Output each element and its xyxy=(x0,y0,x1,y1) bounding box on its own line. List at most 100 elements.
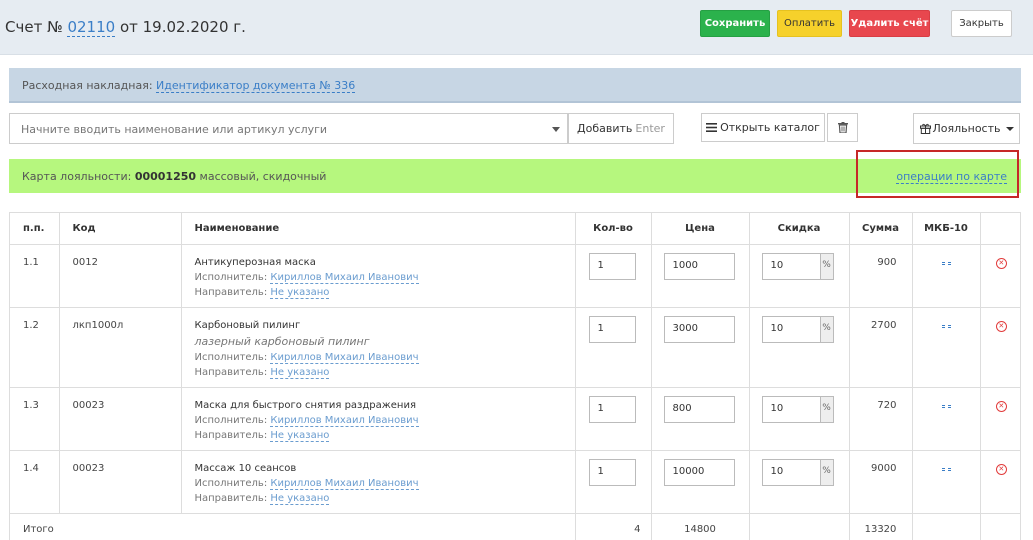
add-service-button[interactable]: Добавить Enter xyxy=(568,113,674,144)
performer-link[interactable]: Кириллов Михаил Иванович xyxy=(270,414,419,427)
catalog-label: Открыть каталог xyxy=(720,121,820,134)
pay-button[interactable]: Оплатить xyxy=(777,10,842,37)
discount-input[interactable]: 10 xyxy=(761,315,820,343)
mkb-edit-icon[interactable] xyxy=(941,404,951,408)
qty-input[interactable]: 1 xyxy=(588,252,636,280)
remove-circle-icon[interactable]: ✕ xyxy=(995,320,1007,332)
remove-circle-icon[interactable]: ✕ xyxy=(995,257,1007,269)
header-bar: Счет № 02110 от 19.02.2020 г. Сохранить … xyxy=(0,0,1033,55)
performer-label: Исполнитель: xyxy=(194,477,268,489)
row-sum: 9000 xyxy=(849,450,913,514)
row-sum: 900 xyxy=(849,244,913,308)
column-header-price: Цена xyxy=(651,213,750,245)
column-header-discount: Скидка xyxy=(749,213,850,245)
row-code: лкп1000л xyxy=(59,307,182,388)
performer-link[interactable]: Кириллов Михаил Иванович xyxy=(270,351,419,364)
performer-link[interactable]: Кириллов Михаил Иванович xyxy=(270,271,419,284)
performer-link[interactable]: Кириллов Михаил Иванович xyxy=(270,477,419,490)
total-price: 14800 xyxy=(651,513,750,540)
row-sum: 2700 xyxy=(849,307,913,388)
column-header-num: п.п. xyxy=(10,213,60,245)
document-bar: Расходная накладная: Идентификатор докум… xyxy=(9,68,1021,103)
total-qty: 4 xyxy=(575,513,652,540)
add-hint: Enter xyxy=(635,122,665,135)
referrer-label: Направитель: xyxy=(194,366,268,378)
row-code: 00023 xyxy=(59,450,182,514)
loyalty-card-number: 00001250 xyxy=(134,170,197,183)
service-name: Массаж 10 сеансов xyxy=(194,462,297,474)
document-link[interactable]: Идентификатор документа № 336 xyxy=(156,79,356,93)
row-code: 0012 xyxy=(59,244,182,308)
referrer-link[interactable]: Не указано xyxy=(270,492,330,505)
row-num: 1.4 xyxy=(10,450,60,514)
total-label: Итого xyxy=(10,513,576,540)
service-note: лазерный карбоновый пилинг xyxy=(194,334,370,348)
row-num: 1.2 xyxy=(10,307,60,388)
discount-input[interactable]: 10 xyxy=(761,252,820,280)
qty-input[interactable]: 1 xyxy=(588,395,636,423)
table-row: 1.3 00023 Маска для быстрого снятия разд… xyxy=(10,387,1020,451)
mkb-edit-icon[interactable] xyxy=(941,324,951,328)
title-prefix: Счет № xyxy=(5,18,63,36)
column-header-qty: Кол-во xyxy=(575,213,652,245)
price-input[interactable]: 10000 xyxy=(663,458,735,486)
performer-label: Исполнитель: xyxy=(194,414,268,426)
highlight-box xyxy=(856,150,1019,198)
loyalty-card-label: Карта лояльности: xyxy=(22,170,132,183)
percent-addon: % xyxy=(819,395,834,423)
table-row: 1.2 лкп1000л Карбоновый пилинг лазерный … xyxy=(10,307,1020,388)
referrer-link[interactable]: Не указано xyxy=(270,366,330,379)
mkb-edit-icon[interactable] xyxy=(941,261,951,265)
percent-addon: % xyxy=(819,315,834,343)
price-input[interactable]: 1000 xyxy=(663,252,735,280)
open-catalog-button[interactable]: Открыть каталог xyxy=(701,113,825,142)
row-service: Массаж 10 сеансов Исполнитель: Кириллов … xyxy=(181,450,576,514)
invoice-number-link[interactable]: 02110 xyxy=(67,18,116,37)
qty-input[interactable]: 1 xyxy=(588,458,636,486)
list-icon xyxy=(706,123,718,132)
referrer-link[interactable]: Не указано xyxy=(270,429,330,442)
discount-input[interactable]: 10 xyxy=(761,458,820,486)
caret-down-icon xyxy=(1005,126,1014,131)
total-sum: 13320 xyxy=(849,513,913,540)
performer-label: Исполнитель: xyxy=(194,271,268,283)
gift-icon xyxy=(919,123,931,134)
table-row: 1.1 0012 Антикуперозная маска Исполнител… xyxy=(10,244,1020,308)
price-input[interactable]: 3000 xyxy=(663,315,735,343)
service-search-input[interactable]: Начните вводить наименование или артикул… xyxy=(9,113,568,144)
trash-icon xyxy=(837,122,848,133)
percent-addon: % xyxy=(819,458,834,486)
qty-input[interactable]: 1 xyxy=(588,315,636,343)
close-button[interactable]: Закрыть xyxy=(951,10,1012,37)
title-suffix: от 19.02.2020 г. xyxy=(119,18,246,36)
delete-invoice-button[interactable]: Удалить счёт xyxy=(849,10,930,37)
service-name: Антикуперозная маска xyxy=(194,256,316,268)
service-name: Маска для быстрого снятия раздражения xyxy=(194,399,416,411)
discount-input[interactable]: 10 xyxy=(761,395,820,423)
referrer-label: Направитель: xyxy=(194,429,268,441)
save-button[interactable]: Сохранить xyxy=(700,10,770,37)
chevron-down-icon[interactable] xyxy=(552,127,560,132)
table-row: 1.4 00023 Массаж 10 сеансов Исполнитель:… xyxy=(10,450,1020,514)
referrer-label: Направитель: xyxy=(194,286,268,298)
row-service: Карбоновый пилинг лазерный карбоновый пи… xyxy=(181,307,576,388)
referrer-link[interactable]: Не указано xyxy=(270,286,330,299)
loyalty-label: Лояльность xyxy=(932,122,1001,135)
performer-label: Исполнитель: xyxy=(194,351,268,363)
search-placeholder: Начните вводить наименование или артикул… xyxy=(21,123,328,136)
column-header-name: Наименование xyxy=(181,213,576,245)
remove-circle-icon[interactable]: ✕ xyxy=(995,400,1007,412)
row-code: 00023 xyxy=(59,387,182,451)
column-header-mkb: МКБ-10 xyxy=(912,213,981,245)
mkb-edit-icon[interactable] xyxy=(941,467,951,471)
services-table: п.п. Код Наименование Кол-во Цена Скидка… xyxy=(9,212,1021,540)
column-header-code: Код xyxy=(59,213,182,245)
column-header-sum: Сумма xyxy=(849,213,913,245)
loyalty-dropdown-button[interactable]: Лояльность xyxy=(913,113,1020,144)
clear-button[interactable] xyxy=(827,113,858,142)
row-num: 1.1 xyxy=(10,244,60,308)
price-input[interactable]: 800 xyxy=(663,395,735,423)
remove-circle-icon[interactable]: ✕ xyxy=(995,463,1007,475)
table-header-row: п.п. Код Наименование Кол-во Цена Скидка… xyxy=(10,213,1020,245)
add-label: Добавить xyxy=(577,122,633,135)
